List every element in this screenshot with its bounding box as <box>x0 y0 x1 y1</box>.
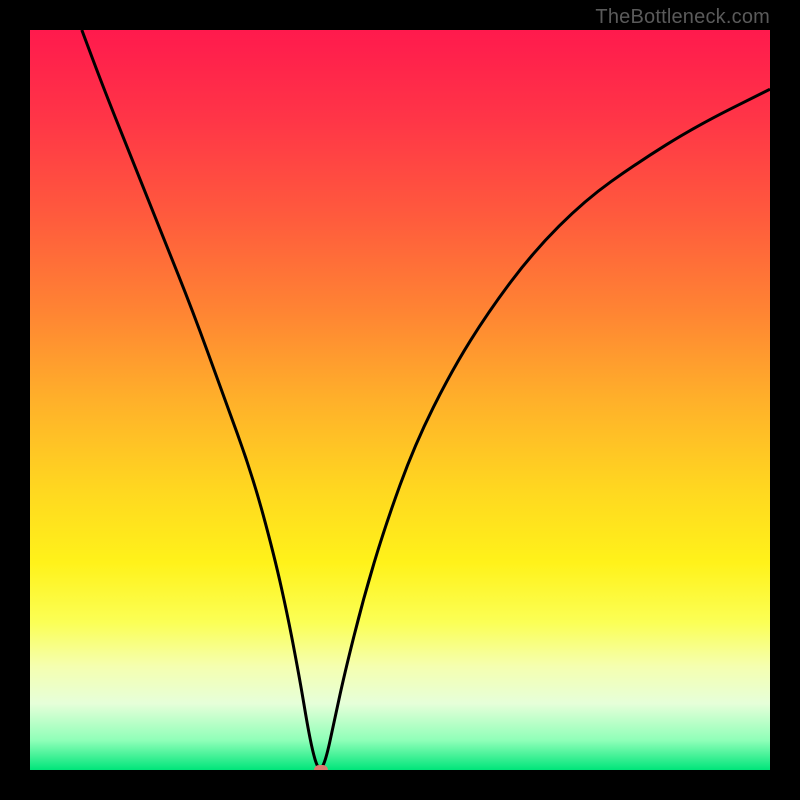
watermark-text: TheBottleneck.com <box>595 6 770 29</box>
plot-area <box>30 30 770 770</box>
bottleneck-curve <box>30 30 770 770</box>
chart-frame: TheBottleneck.com <box>0 0 800 800</box>
optimal-point-marker <box>314 765 328 770</box>
curve-path <box>82 30 770 769</box>
